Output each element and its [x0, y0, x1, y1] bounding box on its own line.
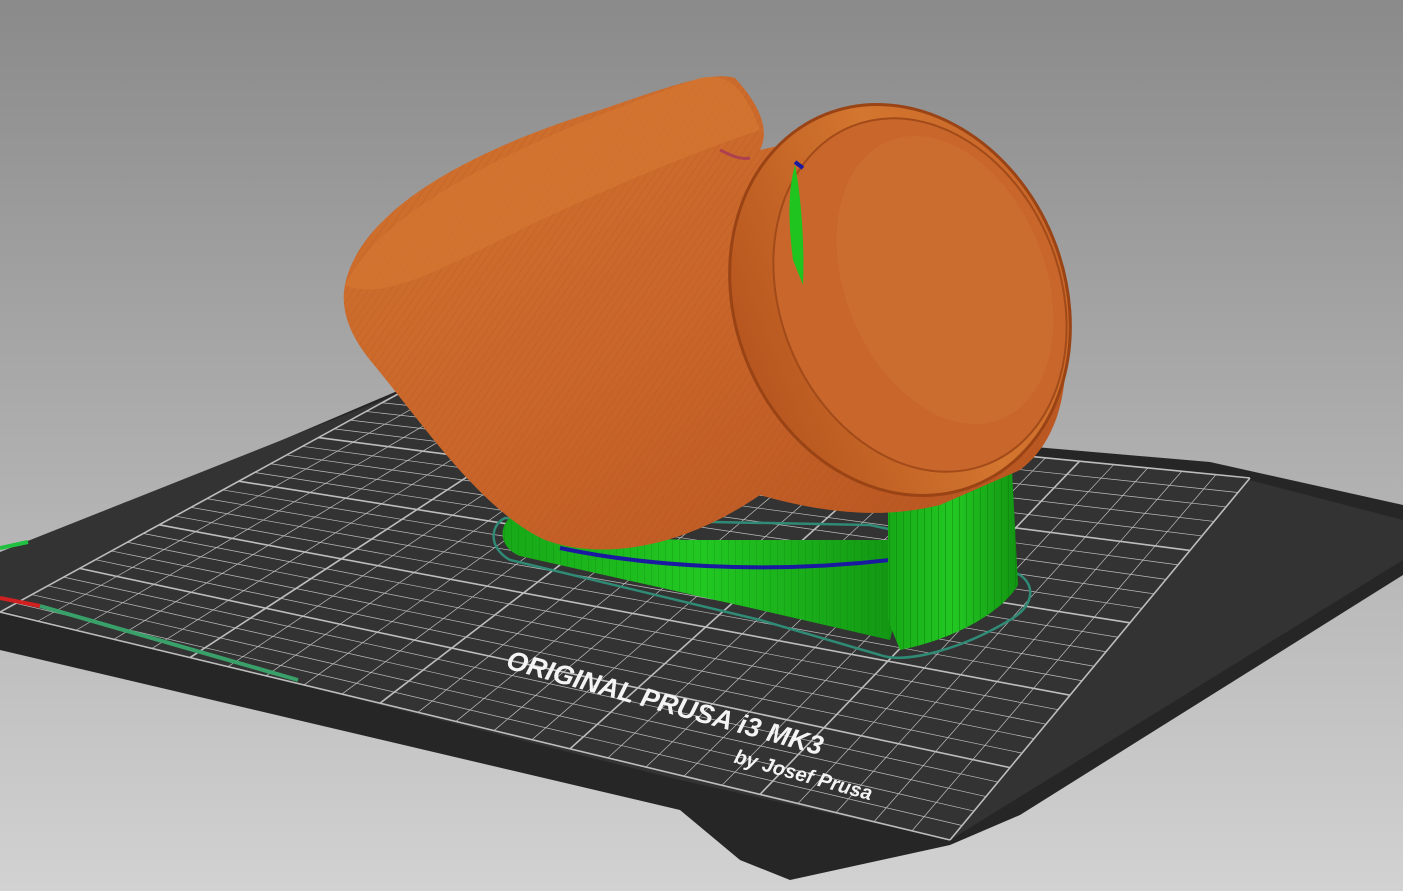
3d-scene[interactable]: ORIGINAL PRUSA i3 MK3 by Josef Prusa [0, 0, 1403, 891]
3d-preview-viewport[interactable]: ORIGINAL PRUSA i3 MK3 by Josef Prusa [0, 0, 1403, 891]
